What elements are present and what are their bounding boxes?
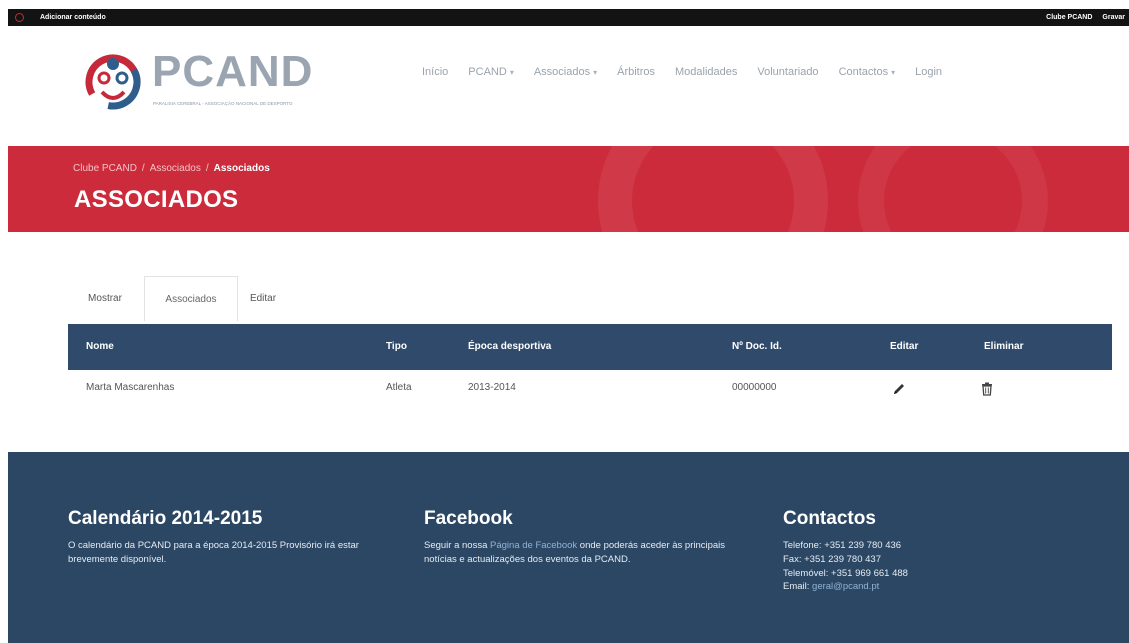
tab-mostrar[interactable]: Mostrar [68,276,142,321]
contact-phone: Telefone: +351 239 780 436 [783,540,902,551]
main-nav: Início PCAND ▾ Associados ▾ Árbitros Modal… [412,66,952,78]
caret-down-icon: ▾ [891,67,896,77]
site-header: PCAND PARALISIA CEREBRAL - ASSOCIAÇÃO NA… [0,26,1129,146]
trash-icon [982,382,992,396]
delete-button[interactable] [976,378,998,400]
pencil-icon [894,384,904,394]
logo-subtitle: PARALISIA CEREBRAL - ASSOCIAÇÃO NACIONAL… [153,101,293,106]
associados-table: Nome Tipo Época desportiva Nº Doc. Id. E… [68,324,1112,410]
column-header-doc: Nº Doc. Id. [732,341,782,352]
caret-down-icon: ▾ [509,67,514,77]
contact-fax: Fax: +351 239 780 437 [783,553,881,565]
facebook-page-link[interactable]: Página de Facebook [490,540,577,551]
nav-label: Início [422,66,449,78]
edit-button[interactable] [888,378,910,400]
footer-contacts-title: Contactos [783,508,876,529]
nav-label: PCAND [468,66,507,78]
add-content-link[interactable]: Adicionar conteúdo [40,14,106,21]
site-footer: Calendário 2014-2015 O calendário da PCA… [8,452,1129,643]
banner-decoration [598,146,828,232]
nav-item-pcand[interactable]: PCAND ▾ [458,66,524,78]
column-header-epoca: Época desportiva [468,341,552,352]
breadcrumb-current: Associados [213,163,270,174]
caret-down-icon: ▾ [593,67,598,77]
tab-associados[interactable]: Associados [144,276,238,321]
table-row: Marta Mascarenhas Atleta 2013-2014 00000… [68,370,1112,410]
breadcrumb: Clube PCAND / Associados / Associados [73,163,270,174]
nav-label: Voluntariado [757,66,819,78]
contact-email-line: Email: geral@pcand.pt [783,580,1043,594]
admin-save-link[interactable]: Gravar [1102,14,1125,21]
contact-email-label: Email: [783,581,810,593]
breadcrumb-separator: / [141,163,145,174]
footer-contacts: Contactos Telefone: +351 239 780 436 Fax… [783,508,1043,594]
breadcrumb-home[interactable]: Clube PCAND [73,163,137,174]
footer-calendar: Calendário 2014-2015 O calendário da PCA… [68,508,378,567]
admin-logo-icon[interactable] [8,9,30,26]
page-title: ASSOCIADOS [74,186,239,213]
nav-item-contactos[interactable]: Contactos ▾ [829,66,906,78]
contact-email-link[interactable]: geral@pcand.pt [812,581,879,592]
column-header-editar: Editar [890,341,919,352]
breadcrumb-separator: / [205,163,209,174]
tab-editar[interactable]: Editar [240,276,286,321]
nav-item-modalidades[interactable]: Modalidades [665,66,747,78]
cell-doc: 00000000 [732,382,777,393]
nav-label: Contactos [838,66,889,78]
cell-nome: Marta Mascarenhas [86,382,175,393]
logo-title: PCAND [152,47,314,96]
nav-label: Modalidades [675,66,738,78]
footer-facebook-text: Seguir a nossa Página de Facebook onde p… [424,539,744,567]
nav-item-arbitros[interactable]: Árbitros [607,66,665,78]
breadcrumb-associados[interactable]: Associados [150,163,201,174]
nav-item-login[interactable]: Login [905,66,952,78]
pcand-logo-icon [85,54,141,110]
column-header-nome: Nome [86,341,114,352]
table-header: Nome Tipo Época desportiva Nº Doc. Id. E… [68,324,1112,370]
nav-label: Árbitros [617,66,656,78]
admin-site-link[interactable]: Clube PCAND [1046,14,1092,21]
admin-right-links: Clube PCAND Gravar [1046,14,1129,21]
cell-epoca: 2013-2014 [468,382,516,393]
column-header-tipo: Tipo [386,341,407,352]
banner-decoration [858,146,1048,232]
admin-bar: Adicionar conteúdo Clube PCAND Gravar [0,0,1129,26]
admin-bar-inner: Adicionar conteúdo Clube PCAND Gravar [8,9,1129,26]
facebook-text-before: Seguir a nossa [424,540,491,551]
nav-item-associados[interactable]: Associados ▾ [524,66,607,78]
column-header-eliminar: Eliminar [984,341,1024,352]
contact-mobile: Telemóvel: +351 969 661 488 [783,567,908,579]
footer-facebook: Facebook Seguir a nossa Página de Facebo… [424,508,744,567]
nav-label: Associados [533,66,591,78]
footer-calendar-title: Calendário 2014-2015 [68,508,263,529]
nav-item-voluntariado[interactable]: Voluntariado [747,66,828,78]
tab-bar: Mostrar Associados Editar [68,276,1112,321]
site-logo[interactable]: PCAND PARALISIA CEREBRAL - ASSOCIAÇÃO NA… [80,48,320,118]
footer-calendar-text: O calendário da PCAND para a época 2014-… [68,540,359,565]
nav-item-inicio[interactable]: Início [412,66,458,78]
page-banner: Clube PCAND / Associados / Associados ASSOCI… [8,146,1129,232]
footer-facebook-title: Facebook [424,508,513,529]
nav-label: Login [915,66,943,78]
cell-tipo: Atleta [386,382,412,393]
